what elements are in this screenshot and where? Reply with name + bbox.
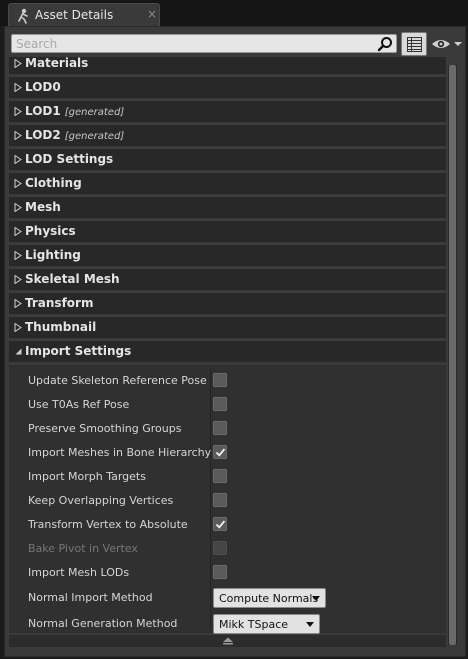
property-label: Transform Vertex to Absolute bbox=[28, 518, 188, 531]
category-label: Lighting bbox=[25, 248, 81, 262]
category-clothing[interactable]: Clothing bbox=[9, 172, 446, 194]
dropdown-value: Mikk TSpace bbox=[219, 618, 289, 631]
category-mesh[interactable]: Mesh bbox=[9, 196, 446, 218]
category-label: Mesh bbox=[25, 200, 61, 214]
property-row: Use T0As Ref Pose bbox=[9, 393, 446, 417]
skeletal-mesh-icon bbox=[18, 8, 28, 24]
chevron-down-icon bbox=[15, 348, 22, 355]
details-panel: Materials LOD0 LOD1[generated] LOD2[gene… bbox=[4, 26, 466, 657]
collapse-arrow-icon bbox=[223, 637, 233, 645]
property-row: Normal Generation Method Mikk TSpace bbox=[9, 612, 446, 636]
generated-tag: [generated] bbox=[64, 131, 125, 142]
property-row: Transform Vertex to Absolute bbox=[9, 513, 446, 537]
category-label: Thumbnail bbox=[25, 320, 97, 334]
chevron-right-icon bbox=[14, 107, 22, 116]
dropdown-arrow-icon bbox=[306, 622, 314, 627]
chevron-right-icon bbox=[14, 299, 22, 308]
category-label: Clothing bbox=[25, 176, 82, 190]
checkbox[interactable] bbox=[213, 517, 227, 531]
dropdown-value: Compute Normals bbox=[219, 592, 319, 605]
tab-asset-details[interactable]: Asset Details × bbox=[8, 3, 160, 27]
search-row bbox=[11, 32, 465, 56]
dropdown-arrow-icon bbox=[312, 596, 320, 601]
checkbox[interactable] bbox=[213, 565, 227, 579]
tab-strip: Asset Details × bbox=[0, 0, 468, 27]
category-lod2[interactable]: LOD2 [generated] bbox=[9, 124, 446, 146]
category-label: LOD2 [generated] bbox=[25, 128, 125, 142]
category-lod0[interactable]: LOD0 bbox=[9, 76, 446, 98]
normal-generation-method-dropdown[interactable]: Mikk TSpace bbox=[213, 614, 320, 634]
category-label: LOD Settings bbox=[25, 152, 114, 166]
property-matrix-button[interactable] bbox=[401, 32, 427, 56]
category-materials[interactable]: Materials bbox=[9, 57, 446, 74]
category-lod-settings[interactable]: LOD Settings bbox=[9, 148, 446, 170]
chevron-right-icon bbox=[14, 59, 22, 68]
property-label: Keep Overlapping Vertices bbox=[28, 494, 174, 507]
checkbox[interactable] bbox=[213, 397, 227, 411]
checkbox bbox=[213, 541, 227, 555]
property-row: Normal Import Method Compute Normals bbox=[9, 586, 446, 610]
view-options-icon bbox=[432, 40, 462, 48]
property-row: Import Meshes in Bone Hierarchy bbox=[9, 441, 446, 465]
property-matrix-icon bbox=[407, 37, 422, 52]
search-input[interactable] bbox=[16, 36, 366, 51]
property-label: Update Skeleton Reference Pose bbox=[28, 374, 207, 387]
checkbox[interactable] bbox=[213, 373, 227, 387]
category-label: Physics bbox=[25, 224, 76, 238]
view-options-button[interactable] bbox=[431, 34, 465, 54]
property-label: Normal Generation Method bbox=[28, 617, 178, 630]
tab-title: Asset Details bbox=[35, 8, 114, 22]
category-label: LOD0 bbox=[25, 80, 61, 94]
chevron-right-icon bbox=[14, 227, 22, 236]
search-icon bbox=[377, 37, 392, 52]
chevron-right-icon bbox=[14, 155, 22, 164]
checkbox[interactable] bbox=[213, 421, 227, 435]
property-row: Import Morph Targets bbox=[9, 465, 446, 489]
category-thumbnail[interactable]: Thumbnail bbox=[9, 316, 446, 338]
category-lighting[interactable]: Lighting bbox=[9, 244, 446, 266]
chevron-right-icon bbox=[14, 131, 22, 140]
property-label: Import Mesh LODs bbox=[28, 566, 130, 579]
checkmark-icon bbox=[215, 520, 226, 529]
category-skeletal-mesh[interactable]: Skeletal Mesh bbox=[9, 268, 446, 290]
category-physics[interactable]: Physics bbox=[9, 220, 446, 242]
generated-tag: [generated] bbox=[64, 107, 125, 118]
category-label: Import Settings bbox=[25, 344, 132, 358]
scrollbar-thumb[interactable] bbox=[449, 65, 456, 645]
normal-import-method-dropdown[interactable]: Compute Normals bbox=[213, 588, 326, 608]
category-label: Transform bbox=[25, 296, 94, 310]
search-box[interactable] bbox=[11, 34, 397, 53]
chevron-right-icon bbox=[14, 83, 22, 92]
category-footer[interactable] bbox=[9, 635, 446, 647]
property-label: Preserve Smoothing Groups bbox=[28, 422, 182, 435]
chevron-right-icon bbox=[14, 179, 22, 188]
property-row: Update Skeleton Reference Pose bbox=[9, 369, 446, 393]
category-import-settings[interactable]: Import Settings bbox=[9, 340, 446, 362]
property-row: Bake Pivot in Vertex bbox=[9, 537, 446, 561]
import-settings-body: Update Skeleton Reference Pose Use T0As … bbox=[9, 365, 446, 636]
checkmark-icon bbox=[215, 448, 226, 457]
property-row: Keep Overlapping Vertices bbox=[9, 489, 446, 513]
chevron-right-icon bbox=[14, 275, 22, 284]
checkbox[interactable] bbox=[213, 445, 227, 459]
chevron-right-icon bbox=[14, 203, 22, 212]
chevron-right-icon bbox=[14, 323, 22, 332]
scrollbar[interactable] bbox=[448, 65, 457, 645]
property-label: Import Morph Targets bbox=[28, 470, 146, 483]
checkbox[interactable] bbox=[213, 469, 227, 483]
property-row: Import Mesh LODs bbox=[9, 561, 446, 585]
property-label: Use T0As Ref Pose bbox=[28, 398, 130, 411]
property-label: Normal Import Method bbox=[28, 591, 153, 604]
category-label: Materials bbox=[25, 57, 89, 70]
property-label: Import Meshes in Bone Hierarchy bbox=[28, 446, 212, 459]
chevron-right-icon bbox=[14, 251, 22, 260]
property-label: Bake Pivot in Vertex bbox=[28, 542, 138, 555]
property-row: Preserve Smoothing Groups bbox=[9, 417, 446, 441]
checkbox[interactable] bbox=[213, 493, 227, 507]
category-transform[interactable]: Transform bbox=[9, 292, 446, 314]
close-icon[interactable]: × bbox=[147, 7, 157, 21]
category-label: Skeletal Mesh bbox=[25, 272, 120, 286]
category-label: LOD1 [generated] bbox=[25, 104, 125, 118]
category-lod1[interactable]: LOD1 [generated] bbox=[9, 100, 446, 122]
